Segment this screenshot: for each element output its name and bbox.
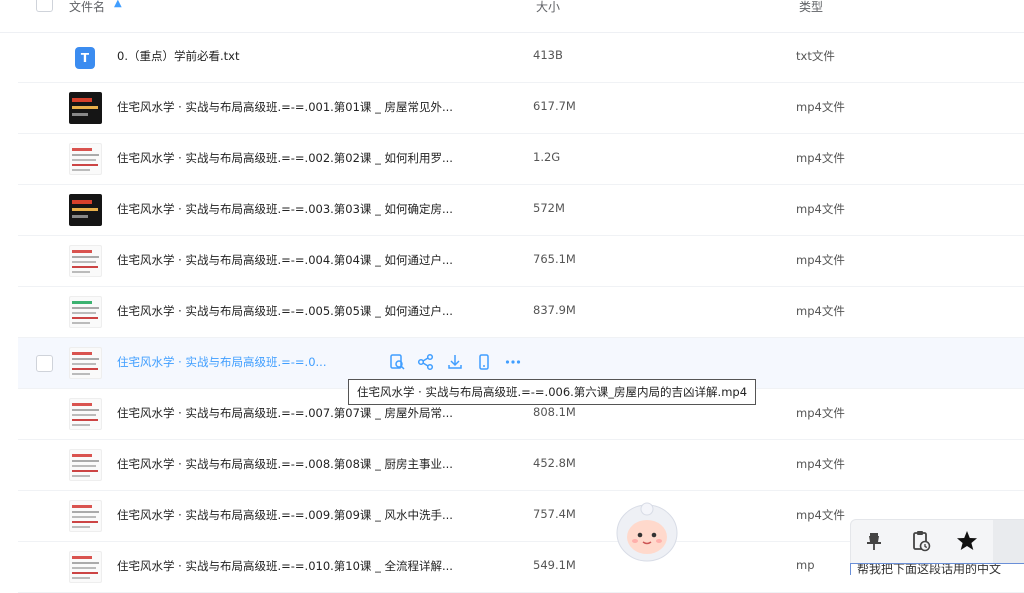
file-size: 765.1M — [533, 252, 576, 266]
select-all-checkbox[interactable] — [36, 0, 53, 12]
file-name[interactable]: 住宅风水学 · 实战与布局高级班.=-=.003.第03课 _ 如何确定房... — [117, 201, 453, 217]
star-icon[interactable] — [954, 528, 980, 554]
file-list-header: 文件名 ▲ 大小 类型 — [0, 0, 1024, 33]
file-type: mp4文件 — [796, 304, 845, 318]
preview-icon[interactable] — [388, 353, 406, 371]
download-icon[interactable] — [446, 353, 464, 371]
file-type: mp4文件 — [796, 457, 845, 471]
chat-input[interactable]: 帮我把下面这段话用的中文 — [850, 563, 1024, 575]
file-name[interactable]: 住宅风水学 · 实战与布局高级班.=-=.008.第08课 _ 厨房主事业... — [117, 456, 453, 472]
chat-input-text: 帮我把下面这段话用的中文 — [857, 563, 1002, 575]
video-thumbnail — [69, 296, 102, 328]
file-type: mp4文件 — [796, 100, 845, 114]
video-thumbnail — [69, 347, 102, 379]
video-thumbnail — [69, 500, 102, 532]
file-size: 617.7M — [533, 99, 576, 113]
file-row[interactable]: 住宅风水学 · 实战与布局高级班.=-=.004.第04课 _ 如何通过户...… — [18, 236, 1024, 287]
file-name[interactable]: 住宅风水学 · 实战与布局高级班.=-=.007.第07课 _ 房屋外局常... — [117, 405, 453, 421]
file-type: mp — [796, 558, 815, 572]
video-thumbnail — [69, 245, 102, 277]
file-row[interactable]: 住宅风水学 · 实战与布局高级班.=-=.003.第03课 _ 如何确定房...… — [18, 185, 1024, 236]
row-checkbox[interactable] — [36, 355, 53, 372]
file-row[interactable]: T 0.（重点）学前必看.txt 413B txt文件 — [18, 32, 1024, 83]
column-header-size[interactable]: 大小 — [536, 0, 560, 15]
file-name[interactable]: 住宅风水学 · 实战与布局高级班.=-=.010.第10课 _ 全流程详解... — [117, 558, 453, 574]
video-thumbnail — [69, 398, 102, 430]
file-name[interactable]: 住宅风水学 · 实战与布局高级班.=-=.0... — [117, 354, 326, 370]
file-size: 452.8M — [533, 456, 576, 470]
video-thumbnail — [69, 551, 102, 583]
file-name[interactable]: 住宅风水学 · 实战与布局高级班.=-=.005.第05课 _ 如何通过户... — [117, 303, 453, 319]
share-icon[interactable] — [417, 353, 435, 371]
column-header-type[interactable]: 类型 — [799, 0, 823, 15]
video-thumbnail — [69, 143, 102, 175]
file-type: mp4文件 — [796, 202, 845, 216]
txt-file-icon: T — [75, 47, 95, 69]
file-size: 757.4M — [533, 507, 576, 521]
filename-tooltip: 住宅风水学 · 实战与布局高级班.=-=.006.第六课_房屋内局的吉凶详解.m… — [348, 379, 757, 405]
file-size: 572M — [533, 201, 565, 215]
file-name[interactable]: 住宅风水学 · 实战与布局高级班.=-=.009.第09课 _ 风水中洗手... — [117, 507, 453, 523]
file-size: 837.9M — [533, 303, 576, 317]
file-row[interactable]: 住宅风水学 · 实战与布局高级班.=-=.001.第01课 _ 房屋常见外...… — [18, 83, 1024, 134]
file-row[interactable]: 住宅风水学 · 实战与布局高级班.=-=.005.第05课 _ 如何通过户...… — [18, 287, 1024, 338]
floating-toolbar — [850, 519, 1024, 565]
video-thumbnail — [69, 449, 102, 481]
file-type: txt文件 — [796, 49, 835, 63]
file-name[interactable]: 住宅风水学 · 实战与布局高级班.=-=.002.第02课 _ 如何利用罗... — [117, 150, 453, 166]
toolbar-extra — [993, 520, 1024, 564]
assistant-mascot-icon[interactable] — [612, 497, 682, 567]
video-thumbnail — [69, 194, 102, 226]
column-header-name[interactable]: 文件名 — [69, 0, 105, 15]
file-type: mp4文件 — [796, 406, 845, 420]
clipboard-history-icon[interactable] — [908, 528, 934, 554]
file-row[interactable]: 住宅风水学 · 实战与布局高级班.=-=.008.第08课 _ 厨房主事业...… — [18, 440, 1024, 491]
phone-icon[interactable] — [475, 353, 493, 371]
file-type: mp4文件 — [796, 151, 845, 165]
file-size: 413B — [533, 48, 563, 62]
file-size: 549.1M — [533, 558, 576, 572]
file-name[interactable]: 0.（重点）学前必看.txt — [117, 48, 239, 64]
file-size: 808.1M — [533, 405, 576, 419]
video-thumbnail — [69, 92, 102, 124]
file-name[interactable]: 住宅风水学 · 实战与布局高级班.=-=.004.第04课 _ 如何通过户... — [117, 252, 453, 268]
more-icon[interactable] — [504, 353, 522, 371]
sort-icon[interactable]: ▲ — [114, 0, 122, 9]
row-actions — [388, 353, 522, 371]
file-size: 1.2G — [533, 150, 561, 164]
pin-icon[interactable] — [861, 528, 887, 554]
file-name[interactable]: 住宅风水学 · 实战与布局高级班.=-=.001.第01课 _ 房屋常见外... — [117, 99, 453, 115]
file-type: mp4文件 — [796, 253, 845, 267]
file-row[interactable]: 住宅风水学 · 实战与布局高级班.=-=.002.第02课 _ 如何利用罗...… — [18, 134, 1024, 185]
file-type: mp4文件 — [796, 508, 845, 522]
